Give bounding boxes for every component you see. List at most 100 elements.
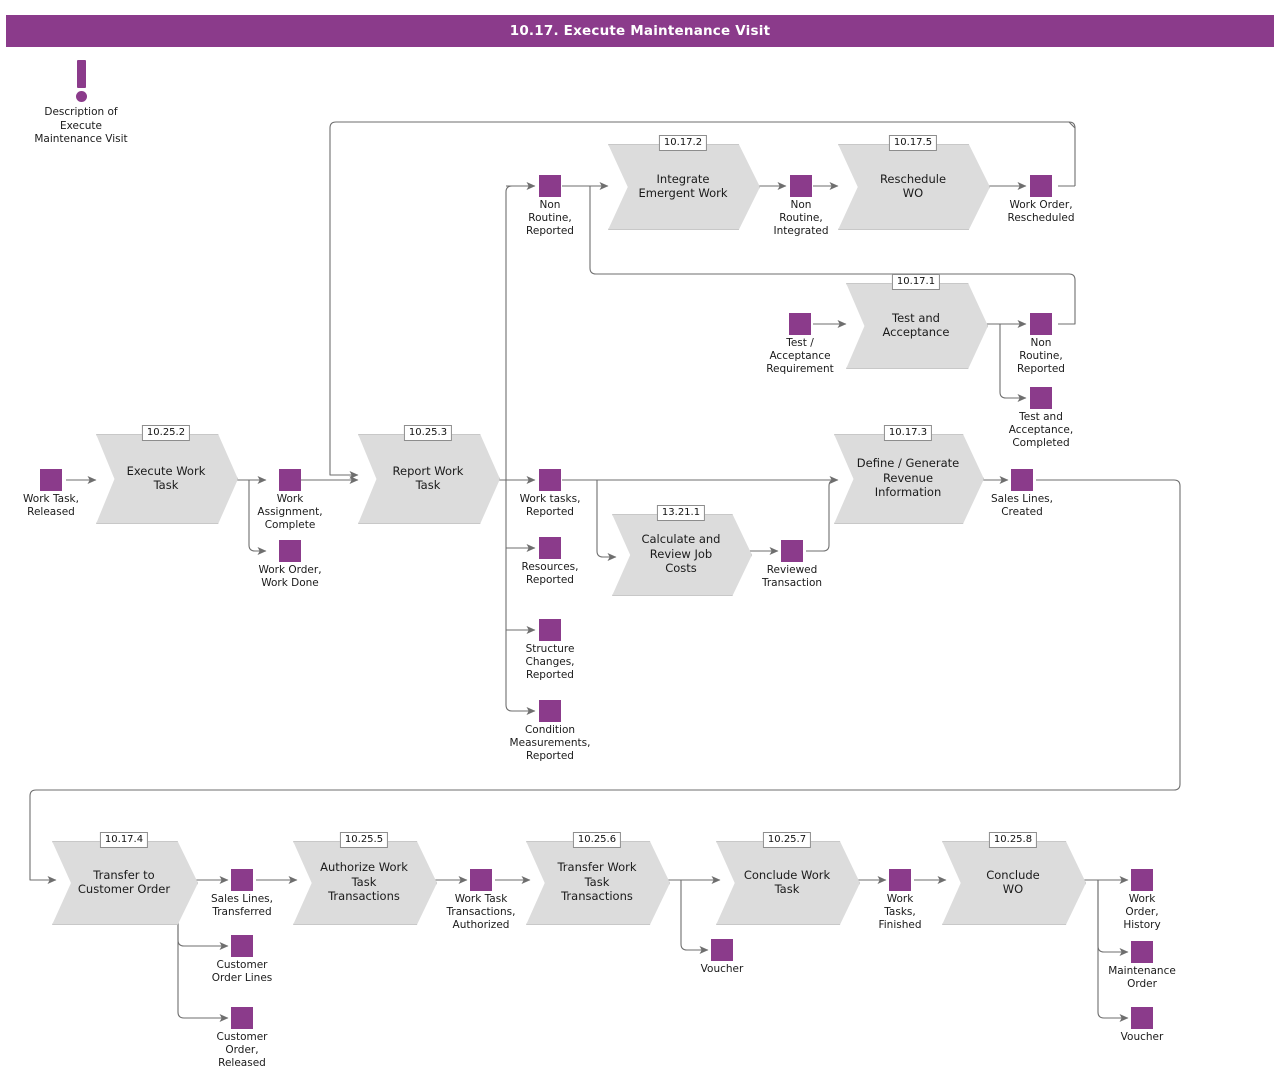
process-label: Define / Generate Revenue Information [853, 434, 963, 522]
process-label: Execute Work Task [114, 434, 218, 522]
process-label: Authorize Work Task Transactions [311, 841, 416, 923]
state-label: Work Task Transactions, Authorized [447, 893, 516, 932]
process-calculate-review-job-costs[interactable]: 13.21.1 Calculate and Review Job Costs [612, 505, 754, 598]
state-square [539, 537, 561, 559]
state-square [889, 869, 911, 891]
process-define-generate-revenue-information[interactable]: 10.17.3 Define / Generate Revenue Inform… [834, 425, 986, 526]
state-label-line-2: Assignment, [257, 506, 323, 519]
state-label: Reviewed Transaction [762, 564, 822, 590]
note-line-2: Execute [60, 119, 102, 132]
process-integrate-emergent-work[interactable]: 10.17.2 Integrate Emergent Work [608, 135, 762, 232]
state-label-line-1: Condition [524, 724, 576, 736]
state-label-line-2: Reported [526, 574, 574, 587]
process-label-line-2: Customer Order [77, 882, 171, 896]
state-label-line-1: Sales Lines, [991, 493, 1053, 505]
state-label-line-3: Authorized [452, 919, 510, 932]
state-label-line-1: Work tasks, [519, 493, 581, 505]
state-label-line-2: Routine, [779, 212, 823, 225]
process-label-line-2: WO [1002, 882, 1024, 896]
state-square [1131, 941, 1153, 963]
process-authorize-work-task-transactions[interactable]: 10.25.5 Authorize Work Task Transactions [293, 832, 439, 927]
state-label-line-1: Non [539, 199, 561, 211]
state-square [790, 175, 812, 197]
process-label-line-2: Task [351, 874, 377, 889]
process-conclude-work-task[interactable]: 10.25.7 Conclude Work Task [716, 832, 862, 927]
process-label-line-2: Task [415, 478, 441, 492]
process-label-line-1: Transfer to [93, 867, 155, 882]
process-label-line-2: Emergent Work [638, 186, 728, 200]
state-label-line-1: Reviewed [766, 564, 818, 576]
process-label-line-1: Calculate and [641, 532, 721, 547]
process-label-line-1: Execute Work [126, 463, 206, 478]
state-label-line-3: Reported [526, 669, 574, 682]
state-label: Work Order, Work Done [258, 564, 321, 590]
state-label: Non Routine, Reported [1017, 337, 1065, 376]
description-note[interactable]: Description of Execute Maintenance Visit [34, 60, 128, 145]
process-label-line-1: Conclude Work [743, 867, 831, 882]
process-label-line-3: Costs [665, 561, 697, 576]
state-label-line-1: Voucher [700, 963, 744, 975]
state-label-line-3: Completed [1012, 437, 1070, 450]
state-label-line-2: Transaction [761, 577, 823, 590]
process-label: Integrate Emergent Work [628, 144, 739, 228]
state-label-line-3: Reported [526, 225, 574, 238]
state-label-line-2: Transactions, [446, 906, 516, 919]
note-line-1: Description of [44, 106, 118, 118]
state-square [1011, 469, 1033, 491]
state-label-line-2: Order, [1125, 906, 1159, 919]
process-label-line-1: Conclude [986, 867, 1040, 882]
state-square [279, 540, 301, 562]
process-label-line-2: Task [774, 882, 800, 896]
state-label-line-1: Work [276, 493, 304, 505]
state-label-line-2: Changes, [525, 656, 575, 669]
process-label: Conclude Work Task [734, 841, 839, 923]
state-label: Work Tasks, Finished [878, 893, 921, 932]
exclamation-icon [77, 60, 86, 88]
state-label-line-3: Reported [1017, 363, 1065, 376]
state-label-line-1: Work [1128, 893, 1156, 905]
state-square [539, 619, 561, 641]
process-label-line-2: Task [153, 478, 179, 492]
state-label-line-1: Resources, [521, 561, 579, 573]
state-label: Sales Lines, Created [991, 493, 1053, 519]
diagram-canvas: 10.17. Execute Maintenance Visit Descrip… [0, 0, 1280, 1083]
state-label-line-3: Integrated [773, 225, 829, 238]
state-label-line-2: Measurements, [509, 737, 591, 750]
process-test-and-acceptance[interactable]: 10.17.1 Test and Acceptance [846, 274, 990, 371]
state-label-line-2: Reported [526, 506, 574, 519]
state-label-line-1: Maintenance [1108, 965, 1176, 977]
process-execute-work-task[interactable]: 10.25.2 Execute Work Task [96, 425, 240, 526]
state-label-line-2: Order Lines [211, 972, 273, 985]
state-label-line-1: Work Order, [258, 564, 322, 576]
state-label-line-1: Voucher [1120, 1031, 1164, 1043]
state-square [781, 540, 803, 562]
state-label-line-1: Customer [216, 959, 268, 971]
process-reschedule-wo[interactable]: 10.17.5 Reschedule WO [838, 135, 992, 232]
state-label: Test / Acceptance Requirement [766, 337, 834, 376]
state-label-line-2: Order, [225, 1044, 259, 1057]
page-title-text: 10.17. Execute Maintenance Visit [509, 23, 771, 39]
state-label-line-1: Test and [1019, 411, 1063, 423]
state-label: Work Order, Rescheduled [1007, 199, 1074, 225]
process-report-work-task[interactable]: 10.25.3 Report Work Task [358, 425, 502, 526]
state-square [1030, 175, 1052, 197]
state-square [789, 313, 811, 335]
process-transfer-work-task-transactions[interactable]: 10.25.6 Transfer Work Task Transactions [526, 832, 672, 927]
state-label: Non Routine, Integrated [774, 199, 829, 238]
state-square [231, 935, 253, 957]
state-label: Condition Measurements, Reported [510, 724, 591, 763]
process-transfer-to-customer-order[interactable]: 10.17.4 Transfer to Customer Order [52, 832, 200, 927]
process-label-line-3: Transactions [328, 889, 400, 904]
state-label-line-2: Acceptance, [1008, 424, 1074, 437]
process-label-line-1: Reschedule [879, 171, 947, 186]
process-label-line-1: Test and [892, 310, 940, 325]
state-label: Work tasks, Reported [520, 493, 581, 519]
state-square [231, 869, 253, 891]
page-title: 10.17. Execute Maintenance Visit [6, 15, 1274, 47]
note-line-3: Maintenance Visit [34, 133, 128, 146]
state-label-line-2: Created [1001, 506, 1043, 519]
state-label-line-3: Reported [526, 750, 574, 763]
state-square [1030, 387, 1052, 409]
process-conclude-wo[interactable]: 10.25.8 Conclude WO [942, 832, 1088, 927]
process-label-line-1: Transfer Work [557, 860, 637, 875]
